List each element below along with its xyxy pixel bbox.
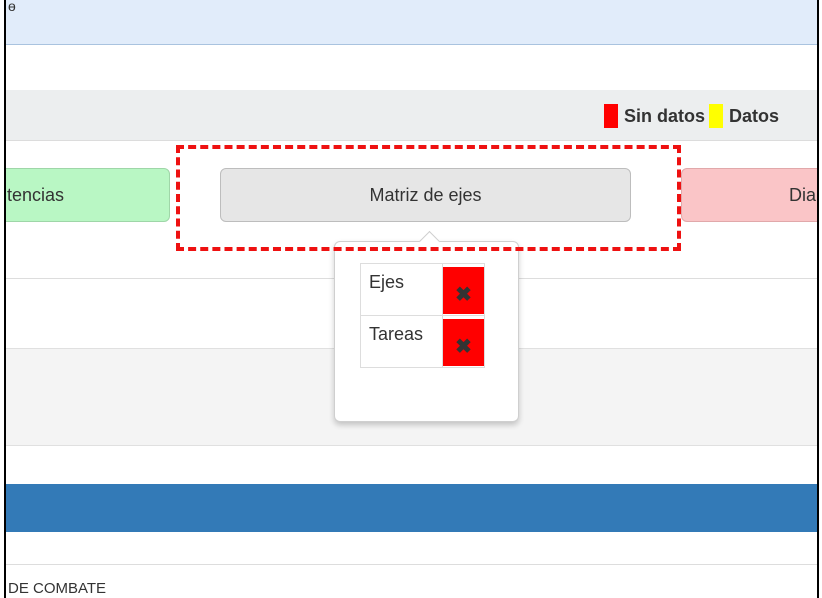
competencias-label: tencias — [7, 184, 65, 205]
tareas-status: ✖ — [443, 319, 484, 366]
table-row: Ejes ✖ — [360, 263, 485, 316]
matriz-de-ejes-button[interactable]: Matriz de ejes — [220, 168, 631, 222]
data-label: Datos — [729, 105, 780, 126]
x-icon: ✖ — [455, 336, 472, 358]
table-row: Tareas ✖ — [360, 315, 485, 368]
no-data-swatch — [604, 104, 618, 128]
tareas-status-cell: ✖ — [442, 315, 485, 368]
competencias-button[interactable]: tencias — [6, 168, 170, 222]
diagnostico-button[interactable]: Dia — [681, 168, 817, 222]
x-icon: ✖ — [455, 284, 472, 306]
popover-arrow — [418, 230, 441, 253]
divider — [6, 564, 817, 565]
matriz-de-ejes-label: Matriz de ejes — [369, 184, 482, 205]
matrix-popover: Ejes ✖ Tareas ✖ — [334, 230, 519, 422]
tareas-label: Tareas — [360, 315, 443, 368]
ejes-label: Ejes — [360, 263, 443, 316]
truncated-glyph: ɵ — [8, 0, 16, 14]
legend: Sin datos Datos — [604, 103, 779, 129]
ejes-status-cell: ✖ — [442, 263, 485, 316]
diagnostico-label: Dia — [789, 184, 817, 205]
page-frame: ɵ Sin datos Datos tencias Matriz de ejes… — [4, 0, 819, 598]
top-banner: ɵ — [6, 0, 817, 45]
blue-header-bar — [6, 484, 817, 532]
data-swatch — [709, 104, 724, 128]
section-label: DE COMBATE — [8, 580, 107, 597]
no-data-label: Sin datos — [624, 105, 706, 126]
ejes-status: ✖ — [443, 267, 484, 314]
status-table: Ejes ✖ Tareas ✖ — [360, 263, 485, 368]
